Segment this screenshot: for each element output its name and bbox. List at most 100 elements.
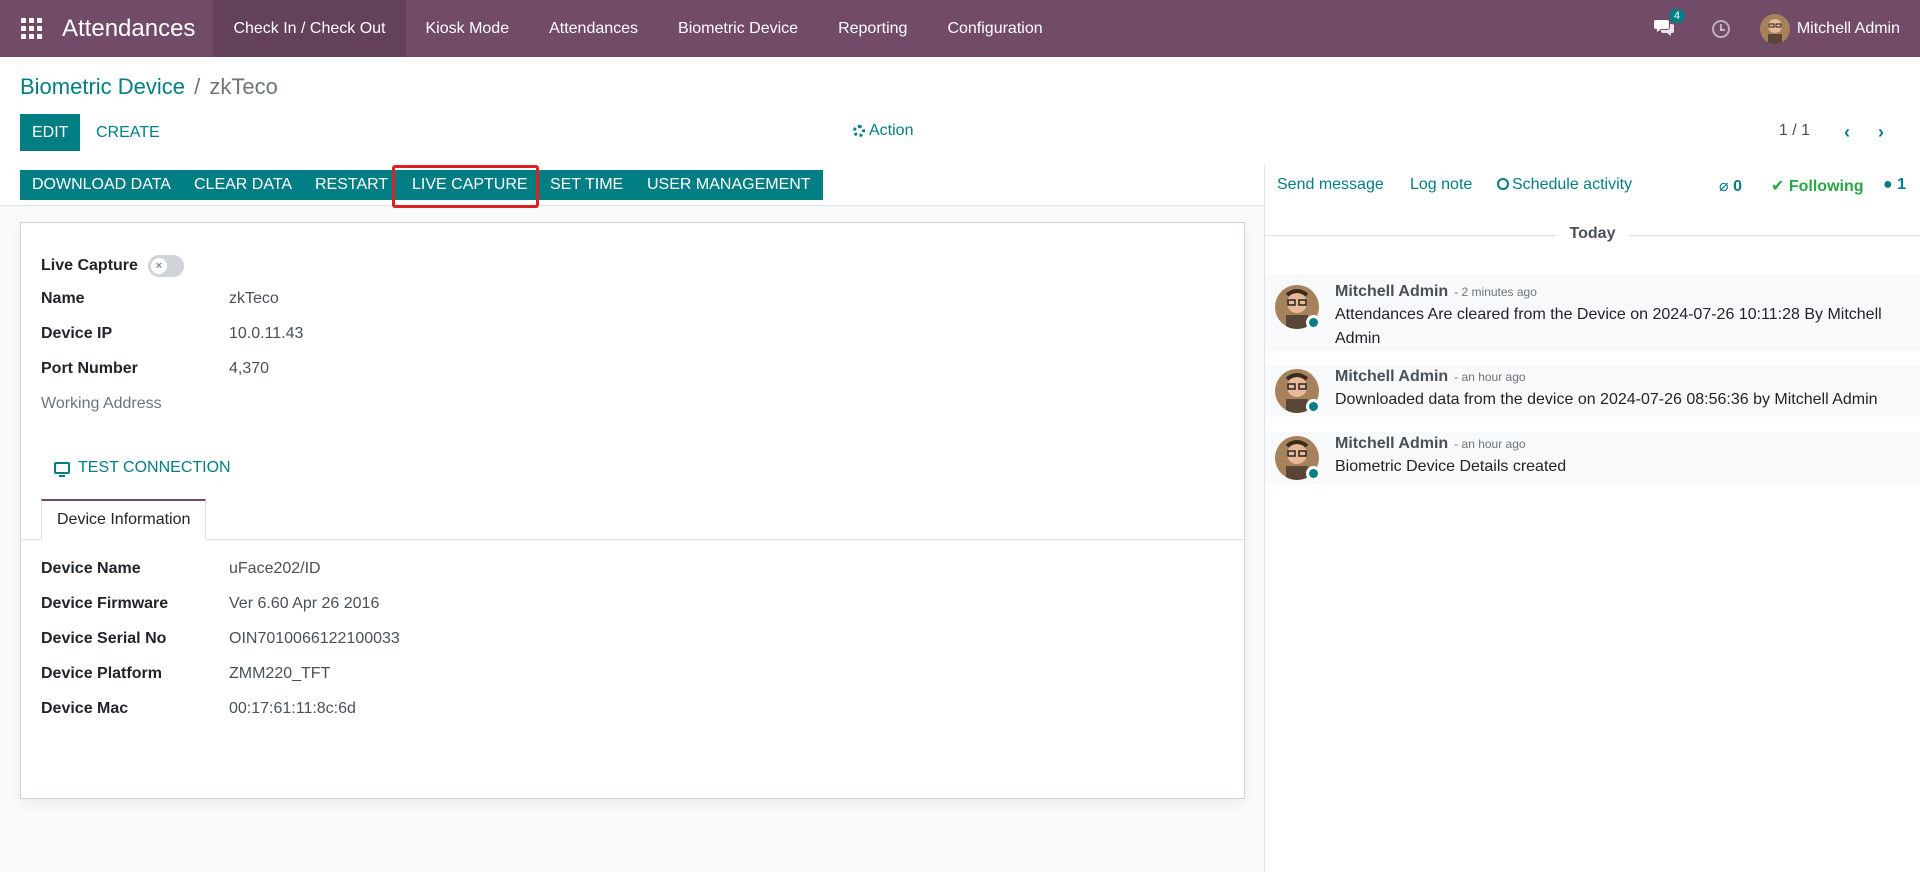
pager-previous-button[interactable]: ‹: [1844, 122, 1850, 143]
menu-configuration[interactable]: Configuration: [927, 0, 1062, 57]
followers-count: 1: [1897, 176, 1907, 193]
user-name[interactable]: Mitchell Admin: [1797, 20, 1900, 38]
field-label: Device Serial No: [41, 630, 167, 647]
schedule-activity-button[interactable]: Schedule activity: [1497, 176, 1632, 194]
following-label: Following: [1788, 178, 1864, 195]
menu-kiosk-mode[interactable]: Kiosk Mode: [406, 0, 530, 57]
message-time: - an hour ago: [1454, 437, 1526, 451]
author-name[interactable]: Mitchell Admin: [1335, 368, 1448, 385]
activity-clock-icon[interactable]: [1711, 19, 1730, 38]
restart-button[interactable]: RESTART: [303, 170, 401, 200]
field-working-address: Working Address: [41, 395, 229, 413]
field-device-mac: Device Mac 00:17:61:11:8c:6d: [41, 700, 356, 718]
online-status-icon: [1306, 315, 1321, 330]
create-button[interactable]: CREATE: [84, 114, 172, 151]
breadcrumb-parent[interactable]: Biometric Device: [20, 74, 185, 99]
field-value: OIN7010066122100033: [229, 630, 400, 647]
field-label: Working Address: [41, 395, 162, 412]
field-label: Device IP: [41, 325, 113, 342]
edit-button[interactable]: EDIT: [20, 114, 81, 151]
chatter-message: Mitchell Admin - an hour ago Downloaded d…: [1265, 365, 1920, 417]
chatter-message: Mitchell Admin - an hour ago Biometric De…: [1265, 432, 1920, 484]
schedule-activity-label: Schedule activity: [1512, 176, 1633, 193]
main-menu: Check In / Check Out Kiosk Mode Attendan…: [213, 0, 1062, 57]
field-value: ZMM220_TFT: [229, 665, 331, 682]
user-avatar[interactable]: [1759, 13, 1790, 44]
online-status-icon: [1306, 399, 1321, 414]
menu-check-in-check-out[interactable]: Check In / Check Out: [213, 0, 406, 57]
form-view: DOWNLOAD DATA CLEAR DATA RESTART LIVE CA…: [0, 165, 1265, 872]
apps-menu-icon[interactable]: [0, 0, 62, 57]
message-author: Mitchell Admin - an hour ago: [1335, 368, 1526, 386]
action-label: Action: [869, 122, 914, 139]
set-time-button[interactable]: SET TIME: [538, 170, 636, 200]
date-separator-label: Today: [1555, 225, 1630, 243]
menu-reporting[interactable]: Reporting: [818, 0, 927, 57]
field-label: Device Platform: [41, 665, 162, 682]
following-button[interactable]: ✔ Following: [1771, 176, 1864, 196]
chat-count-badge: 4: [1668, 8, 1685, 23]
menu-attendances[interactable]: Attendances: [529, 0, 658, 57]
form-sheet: Live Capture × Name zkTeco Device IP 10.…: [20, 222, 1245, 799]
attachment-count: 0: [1733, 178, 1742, 195]
test-connection-button[interactable]: TEST CONNECTION: [54, 459, 231, 477]
field-value: zkTeco: [229, 290, 279, 307]
field-name: Name zkTeco: [41, 290, 279, 308]
field-label: Port Number: [41, 360, 138, 377]
field-device-ip: Device IP 10.0.11.43: [41, 325, 303, 343]
field-label: Device Mac: [41, 700, 129, 717]
message-author: Mitchell Admin - 2 minutes ago: [1335, 283, 1537, 301]
pager-value[interactable]: 1 / 1: [1779, 122, 1810, 140]
monitor-icon: [54, 462, 70, 477]
chatter-panel: Send message Log note Schedule activity …: [1265, 165, 1920, 872]
followers-button[interactable]: ● 1: [1883, 176, 1906, 194]
top-navbar: Attendances Check In / Check Out Kiosk M…: [0, 0, 1920, 57]
notebook-tabs: Device Information: [21, 499, 1244, 540]
message-time: - 2 minutes ago: [1454, 285, 1537, 299]
user-icon: ●: [1883, 176, 1893, 193]
field-value: 4,370: [229, 360, 270, 377]
breadcrumb-current: zkTeco: [209, 74, 278, 99]
attachments-button[interactable]: ⌀ 0: [1719, 176, 1742, 196]
chat-icon[interactable]: 4: [1653, 8, 1685, 40]
pager-next-button[interactable]: ›: [1878, 122, 1884, 143]
field-port-number: Port Number 4,370: [41, 360, 269, 378]
user-management-button[interactable]: USER MANAGEMENT: [635, 170, 823, 200]
author-name[interactable]: Mitchell Admin: [1335, 283, 1448, 300]
clear-data-button[interactable]: CLEAR DATA: [182, 170, 305, 200]
field-value: Ver 6.60 Apr 26 2016: [229, 595, 380, 612]
message-body: Downloaded data from the device on 2024-…: [1335, 391, 1878, 408]
live-capture-label: Live Capture: [41, 257, 138, 274]
tab-device-information[interactable]: Device Information: [41, 499, 207, 540]
form-statusbar: DOWNLOAD DATA CLEAR DATA RESTART LIVE CA…: [0, 165, 1264, 208]
breadcrumb: Biometric Device / zkTeco: [20, 74, 278, 100]
field-device-platform: Device Platform ZMM220_TFT: [41, 665, 330, 683]
message-body: Biometric Device Details created: [1335, 458, 1567, 475]
check-icon: ✔: [1771, 178, 1785, 195]
menu-biometric-device[interactable]: Biometric Device: [658, 0, 818, 57]
field-value: uFace202/ID: [229, 560, 321, 577]
chatter-topbar: Send message Log note Schedule activity …: [1265, 165, 1920, 206]
toggle-off-icon: ×: [150, 258, 167, 274]
chatter-message: Mitchell Admin - 2 minutes ago Attendance…: [1265, 275, 1920, 351]
paperclip-icon: ⌀: [1719, 178, 1729, 195]
field-value: 00:17:61:11:8c:6d: [229, 700, 356, 717]
date-separator: Today: [1265, 225, 1920, 245]
field-label: Device Name: [41, 560, 141, 577]
action-dropdown[interactable]: Action: [853, 122, 913, 140]
live-capture-toggle[interactable]: ×: [147, 255, 184, 277]
field-label: Device Firmware: [41, 595, 169, 612]
field-label: Name: [41, 290, 85, 307]
highlight-annotation: [392, 165, 539, 208]
gear-icon: [853, 125, 865, 137]
app-title[interactable]: Attendances: [62, 15, 213, 43]
author-name[interactable]: Mitchell Admin: [1335, 435, 1448, 452]
log-note-button[interactable]: Log note: [1410, 176, 1472, 194]
online-status-icon: [1306, 466, 1321, 481]
breadcrumb-separator: /: [194, 74, 201, 99]
download-data-button[interactable]: DOWNLOAD DATA: [20, 170, 183, 200]
message-author: Mitchell Admin - an hour ago: [1335, 435, 1526, 453]
field-value: 10.0.11.43: [229, 325, 304, 342]
live-capture-row: Live Capture ×: [41, 255, 184, 277]
send-message-button[interactable]: Send message: [1277, 176, 1384, 194]
